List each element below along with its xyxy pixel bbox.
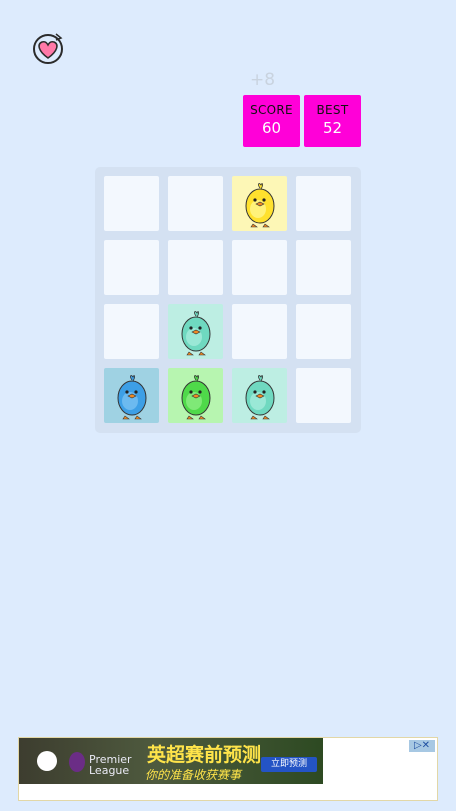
score-label: SCORE <box>250 103 293 117</box>
best-value: 52 <box>322 119 343 137</box>
blue-chick-icon <box>117 375 147 420</box>
game-board[interactable] <box>95 167 361 433</box>
logo-heart-icon[interactable] <box>30 30 66 66</box>
ad-subline: 你的准备收获赛事 <box>145 768 242 782</box>
ad-banner[interactable]: Premier League 英超赛前预测 你的准备收获赛事 立即预测 ▷✕ <box>18 737 438 801</box>
best-box: BEST 52 <box>304 95 361 147</box>
ad-football-icon <box>37 751 85 772</box>
teal-chick-icon <box>245 375 275 420</box>
score-delta: +8 <box>250 70 276 90</box>
tile-teal-chick <box>232 368 287 423</box>
tile-teal-chick <box>168 304 223 359</box>
score-value: 60 <box>261 119 282 137</box>
tile-green-chick <box>168 368 223 423</box>
close-icon[interactable]: ✕ <box>422 740 430 751</box>
ad-choices-icon[interactable]: ▷ <box>414 740 422 751</box>
board-cell-empty <box>104 240 159 295</box>
board-cell-empty <box>168 176 223 231</box>
tile-blue-chick <box>104 368 159 423</box>
ad-headline: 英超赛前预测 <box>147 744 262 766</box>
yellow-chick-icon <box>245 183 275 228</box>
ad-image[interactable]: Premier League 英超赛前预测 你的准备收获赛事 立即预测 <box>19 738 323 784</box>
board-cell-empty <box>296 176 351 231</box>
score-box: SCORE 60 <box>243 95 300 147</box>
board-cell-empty <box>296 368 351 423</box>
board-cell-empty <box>168 240 223 295</box>
board-cell-empty <box>104 176 159 231</box>
board-cell-empty <box>104 304 159 359</box>
board-cell-empty <box>296 304 351 359</box>
board-cell-empty <box>232 304 287 359</box>
green-chick-icon <box>181 375 211 420</box>
ad-choices-badge[interactable]: ▷✕ <box>409 740 435 752</box>
board-cell-empty <box>232 240 287 295</box>
ad-cta-button[interactable]: 立即预测 <box>261 757 317 772</box>
tile-yellow-chick <box>232 176 287 231</box>
board-cell-empty <box>296 240 351 295</box>
teal-chick-icon <box>181 311 211 356</box>
best-label: BEST <box>316 103 349 117</box>
ad-league: Premier League <box>89 753 132 777</box>
